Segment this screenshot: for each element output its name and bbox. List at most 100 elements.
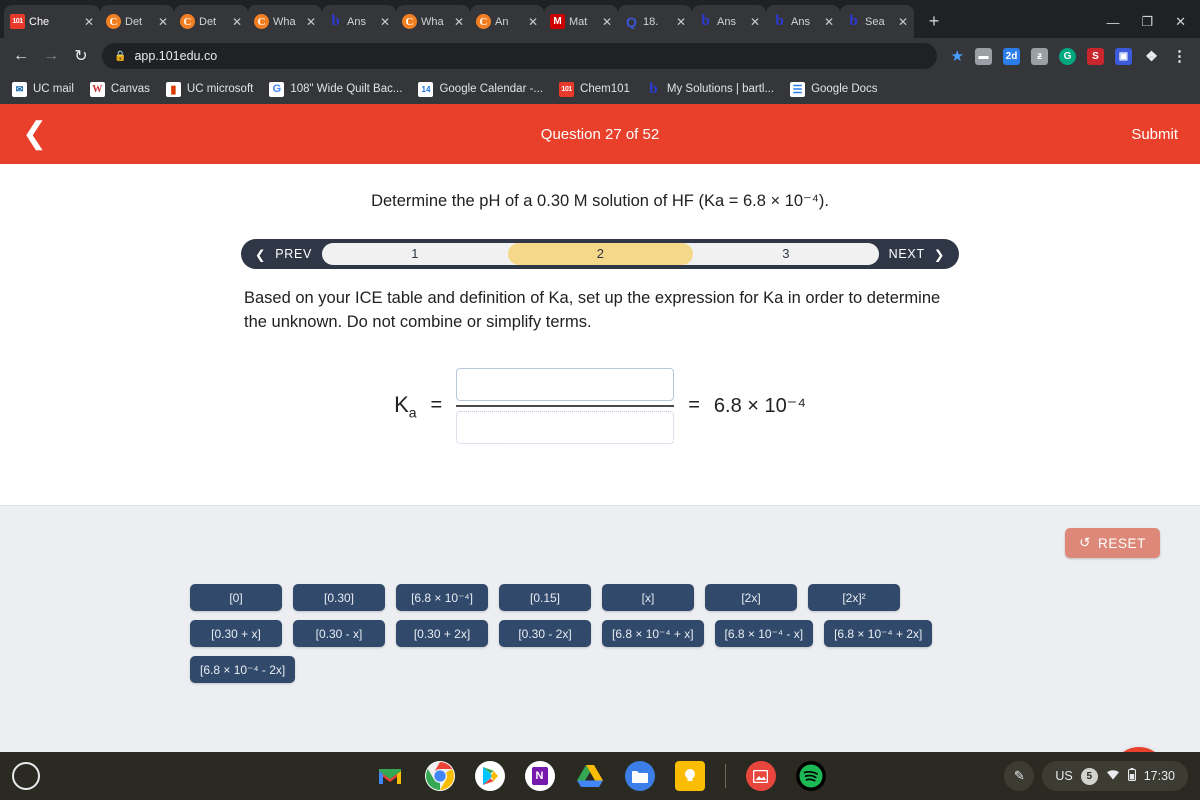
- close-icon[interactable]: ✕: [750, 16, 760, 28]
- browser-tab[interactable]: b Ans ✕: [322, 5, 396, 38]
- answer-tile[interactable]: [2x]²: [808, 584, 900, 611]
- browser-tab[interactable]: C Wha ✕: [248, 5, 322, 38]
- bookmark-label: UC microsoft: [186, 83, 254, 95]
- bookmark-quilt-backing[interactable]: G 108" Wide Quilt Bac...: [269, 81, 402, 97]
- browser-tab[interactable]: C Wha ✕: [396, 5, 470, 38]
- bookmark-google-calendar[interactable]: 14 Google Calendar -...: [418, 81, 544, 97]
- answer-tile[interactable]: [6.8 × 10⁻⁴ - x]: [714, 620, 814, 647]
- browser-tab[interactable]: b Sea ✕: [840, 5, 914, 38]
- close-icon[interactable]: ✕: [158, 16, 168, 28]
- denominator-dropzone[interactable]: [456, 410, 675, 444]
- google-drive-icon[interactable]: [575, 761, 605, 791]
- grammarly-icon[interactable]: G: [1059, 47, 1076, 65]
- close-icon[interactable]: ✕: [232, 16, 242, 28]
- chrome-icon[interactable]: [424, 761, 455, 791]
- reload-icon[interactable]: ↻: [72, 46, 90, 66]
- maximize-icon[interactable]: ❐: [1141, 14, 1153, 30]
- close-icon[interactable]: ✕: [602, 16, 612, 28]
- play-store-icon[interactable]: [474, 761, 505, 791]
- bookmark-star-icon[interactable]: ★: [951, 47, 964, 65]
- puzzle-icon[interactable]: ❖: [1143, 48, 1160, 65]
- reset-button[interactable]: ↺ RESET: [1065, 528, 1160, 558]
- bookmark-uc-mail[interactable]: ✉ UC mail: [12, 81, 74, 97]
- browser-tab[interactable]: 101 Che ✕: [4, 5, 100, 38]
- back-chevron-icon[interactable]: ❮: [22, 119, 52, 149]
- browser-chrome: 101 Che ✕ C Det ✕ C Det ✕ C Wha ✕ b Ans …: [0, 0, 1200, 104]
- bookmark-bartleby[interactable]: b My Solutions | bartl...: [646, 81, 774, 97]
- browser-tab[interactable]: M Mat ✕: [544, 5, 618, 38]
- camera-extension-icon[interactable]: ▣: [1115, 47, 1132, 65]
- browser-tab[interactable]: C Det ✕: [174, 5, 248, 38]
- bookmark-google-docs[interactable]: ☰ Google Docs: [790, 81, 878, 97]
- close-icon[interactable]: ✕: [306, 16, 316, 28]
- close-icon[interactable]: ✕: [528, 16, 538, 28]
- window-close-icon[interactable]: ✕: [1175, 14, 1186, 30]
- browser-tab[interactable]: b Ans ✕: [766, 5, 840, 38]
- close-icon[interactable]: ✕: [824, 16, 834, 28]
- next-step-button[interactable]: NEXT ❯: [879, 247, 955, 262]
- files-icon[interactable]: [624, 761, 655, 791]
- bartleby-icon: b: [701, 14, 710, 29]
- answer-tile[interactable]: [0.30 + 2x]: [396, 620, 488, 647]
- keep-glyph: [684, 769, 695, 781]
- minimize-icon[interactable]: —: [1106, 15, 1119, 30]
- prev-step-button[interactable]: ❮ PREV: [245, 247, 322, 262]
- bookmark-canvas[interactable]: W Canvas: [89, 81, 150, 97]
- accessibility-extension-icon[interactable]: ƶ: [1031, 47, 1048, 65]
- browser-tab[interactable]: C Det ✕: [100, 5, 174, 38]
- answer-tile[interactable]: [0.30 + x]: [190, 620, 282, 647]
- bookmark-chem101[interactable]: 101 Chem101: [559, 81, 630, 97]
- forward-icon[interactable]: →: [42, 47, 60, 65]
- answer-tile[interactable]: [0.30]: [293, 584, 385, 611]
- browser-tab[interactable]: b Ans ✕: [692, 5, 766, 38]
- bookmark-label: Google Calendar -...: [439, 83, 544, 95]
- close-icon[interactable]: ✕: [676, 16, 686, 28]
- answer-tile[interactable]: [6.8 × 10⁻⁴ + 2x]: [824, 620, 933, 647]
- onenote-glyph: N: [531, 767, 548, 785]
- step-item-2[interactable]: 2: [507, 243, 694, 266]
- spotify-icon[interactable]: [795, 761, 826, 791]
- scribd-icon[interactable]: S: [1087, 47, 1104, 65]
- equation-builder: Ka = = 6.8 × 10⁻⁴: [240, 367, 960, 444]
- back-icon[interactable]: ←: [12, 47, 30, 65]
- close-icon[interactable]: ✕: [898, 16, 908, 28]
- gmail-glyph: [378, 769, 401, 784]
- tab-title: Det: [199, 15, 217, 28]
- chegg-icon: C: [476, 14, 491, 29]
- answer-tile[interactable]: [x]: [602, 584, 694, 611]
- answer-tile[interactable]: [0.30 - 2x]: [499, 620, 591, 647]
- new-tab-button[interactable]: +: [920, 7, 948, 35]
- bartleby-icon: b: [775, 14, 784, 29]
- step-navigation: ❮ PREV 1 2 3 NEXT ❯: [241, 239, 959, 270]
- answer-tile[interactable]: [0.15]: [499, 584, 591, 611]
- google-keep-icon[interactable]: [674, 761, 705, 791]
- tab-title: Det: [125, 15, 143, 28]
- answer-tile[interactable]: [6.8 × 10⁻⁴ - 2x]: [190, 656, 296, 683]
- keep-extension-icon[interactable]: ▬: [975, 47, 992, 65]
- quizlet-icon: Q: [626, 14, 637, 29]
- tab-manager-icon[interactable]: 2d: [1003, 47, 1020, 65]
- answer-tile[interactable]: [6.8 × 10⁻⁴ + x]: [602, 620, 704, 647]
- onenote-icon[interactable]: N: [524, 761, 555, 791]
- answer-tile[interactable]: [6.8 × 10⁻⁴]: [396, 584, 488, 611]
- answer-tile[interactable]: [0.30 - x]: [293, 620, 385, 647]
- play-glyph: [482, 767, 498, 785]
- answer-tile[interactable]: [2x]: [705, 584, 797, 611]
- close-icon[interactable]: ✕: [454, 16, 464, 28]
- numerator-dropzone[interactable]: [456, 367, 675, 401]
- answer-tile[interactable]: [0]: [190, 584, 282, 611]
- photos-icon[interactable]: [745, 761, 776, 791]
- bookmark-uc-microsoft[interactable]: ▮ UC microsoft: [165, 81, 254, 97]
- browser-tab[interactable]: Q 18. ✕: [618, 5, 692, 38]
- close-icon[interactable]: ✕: [84, 16, 94, 28]
- chromeos-shelf: N ✎ US 5 17:30: [0, 752, 1200, 800]
- address-bar[interactable]: 🔒 app.101edu.co: [102, 43, 937, 69]
- chrome-menu-icon[interactable]: ⋮: [1171, 48, 1188, 65]
- step-item-1[interactable]: 1: [322, 243, 508, 265]
- browser-tab[interactable]: C An ✕: [470, 5, 544, 38]
- photo-glyph: [753, 769, 768, 783]
- gmail-icon[interactable]: [375, 761, 405, 791]
- close-icon[interactable]: ✕: [380, 16, 390, 28]
- step-item-3[interactable]: 3: [693, 243, 879, 265]
- submit-button[interactable]: Submit: [1131, 126, 1178, 143]
